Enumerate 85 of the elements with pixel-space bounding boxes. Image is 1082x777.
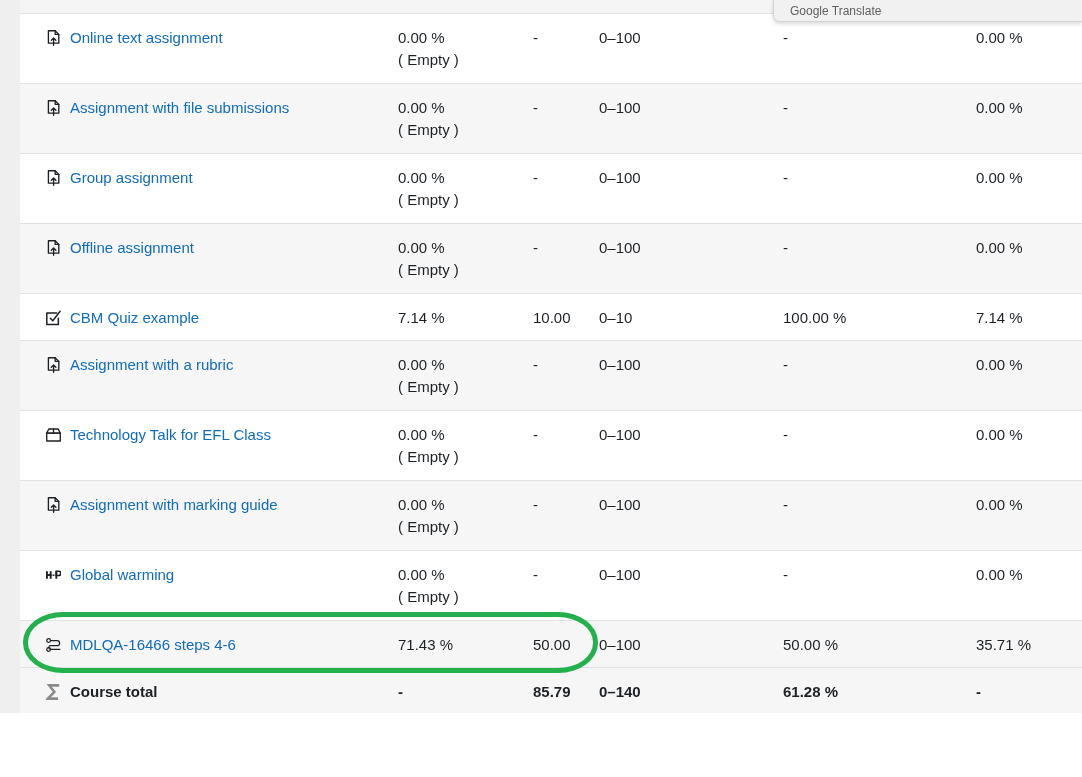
cell-note: ( Empty ): [398, 517, 459, 537]
cell-value: 10.00: [533, 308, 571, 328]
cell-value: -: [533, 28, 538, 48]
upload-file-icon: [46, 30, 61, 46]
cell-value: 7.14 %: [976, 308, 1023, 328]
activity-link[interactable]: Assignment with a rubric: [70, 354, 234, 376]
activity-link[interactable]: MDLQA-16466 steps 4-6: [70, 634, 236, 656]
cell-value: 0.00 %: [398, 28, 445, 48]
cell-value: -: [783, 495, 788, 515]
cell-value: -: [783, 565, 788, 585]
cell-value: 0–100: [599, 495, 641, 515]
popup-title: Google Translate: [790, 4, 882, 18]
cell-value: 100.00 %: [783, 308, 847, 328]
cell-value: 61.28 %: [783, 682, 839, 702]
cell-value: -: [398, 682, 403, 702]
cell-value: 0.00 %: [976, 238, 1023, 258]
cell-value: 0.00 %: [976, 28, 1023, 48]
activity-link[interactable]: Online text assignment: [70, 27, 223, 49]
cell-value: -: [533, 238, 538, 258]
row-label: Course total: [70, 682, 158, 702]
activity-link[interactable]: Assignment with marking guide: [70, 494, 278, 516]
cell-value: -: [533, 565, 538, 585]
cell-value: 0–100: [599, 635, 641, 655]
upload-file-icon: [46, 170, 61, 186]
box-icon: [46, 427, 61, 443]
upload-file-icon: [46, 240, 61, 256]
cell-note: ( Empty ): [398, 190, 459, 210]
cell-value: 0–100: [599, 98, 641, 118]
cell-value: 0–100: [599, 28, 641, 48]
cell-note: ( Empty ): [398, 447, 459, 467]
cell-note: ( Empty ): [398, 377, 459, 397]
activity-link[interactable]: CBM Quiz example: [70, 307, 200, 329]
cell-value: 0.00 %: [398, 565, 445, 585]
cell-value: 85.79: [533, 682, 571, 702]
cell-value: -: [783, 238, 788, 258]
cell-value: -: [533, 98, 538, 118]
cell-value: 0.00 %: [398, 425, 445, 445]
cell-value: -: [533, 495, 538, 515]
cell-note: ( Empty ): [398, 260, 459, 280]
cell-value: 0.00 %: [976, 495, 1023, 515]
cell-value: 0–100: [599, 355, 641, 375]
cell-value: -: [976, 682, 981, 702]
cell-note: ( Empty ): [398, 50, 459, 70]
cell-note: ( Empty ): [398, 587, 459, 607]
cell-value: -: [783, 98, 788, 118]
cell-value: 0–140: [599, 682, 641, 702]
cell-value: 0.00 %: [976, 98, 1023, 118]
cell-value: 7.14 %: [398, 308, 445, 328]
checkbox-icon: [46, 310, 61, 326]
cell-note: ( Empty ): [398, 120, 459, 140]
upload-file-icon: [46, 100, 61, 116]
cell-value: -: [783, 28, 788, 48]
cell-value: 0–10: [599, 308, 633, 328]
cell-value: 0.00 %: [976, 168, 1023, 188]
cell-value: -: [533, 355, 538, 375]
cell-value: 0–100: [599, 238, 641, 258]
activity-link[interactable]: Global warming: [70, 564, 175, 586]
activity-link[interactable]: Assignment with file submissions: [70, 97, 290, 119]
cell-value: 50.00: [533, 635, 571, 655]
cell-value: 0.00 %: [398, 355, 445, 375]
cell-value: 0.00 %: [398, 168, 445, 188]
cell-value: 35.71 %: [976, 635, 1032, 655]
cell-value: -: [783, 355, 788, 375]
cell-value: 0–100: [599, 565, 641, 585]
upload-file-icon: [46, 357, 61, 373]
activity-link[interactable]: Offline assignment: [70, 237, 194, 259]
cell-value: 0.00 %: [398, 238, 445, 258]
activity-link[interactable]: Group assignment: [70, 167, 193, 189]
upload-file-icon: [46, 497, 61, 513]
cell-value: -: [783, 425, 788, 445]
cell-value: 50.00 %: [783, 635, 839, 655]
activity-link[interactable]: Technology Talk for EFL Class: [70, 424, 271, 446]
cell-value: 0.00 %: [398, 98, 445, 118]
cell-value: 71.43 %: [398, 635, 454, 655]
sigma-icon: [46, 684, 61, 700]
cell-value: -: [533, 425, 538, 445]
cell-value: -: [783, 168, 788, 188]
cell-value: -: [533, 168, 538, 188]
cell-value: 0–100: [599, 425, 641, 445]
cell-value: 0.00 %: [976, 425, 1023, 445]
cell-value: 0.00 %: [976, 355, 1023, 375]
cell-value: 0.00 %: [976, 565, 1023, 585]
cell-value: 0–100: [599, 168, 641, 188]
route-icon: [46, 637, 61, 653]
cell-value: 0.00 %: [398, 495, 445, 515]
